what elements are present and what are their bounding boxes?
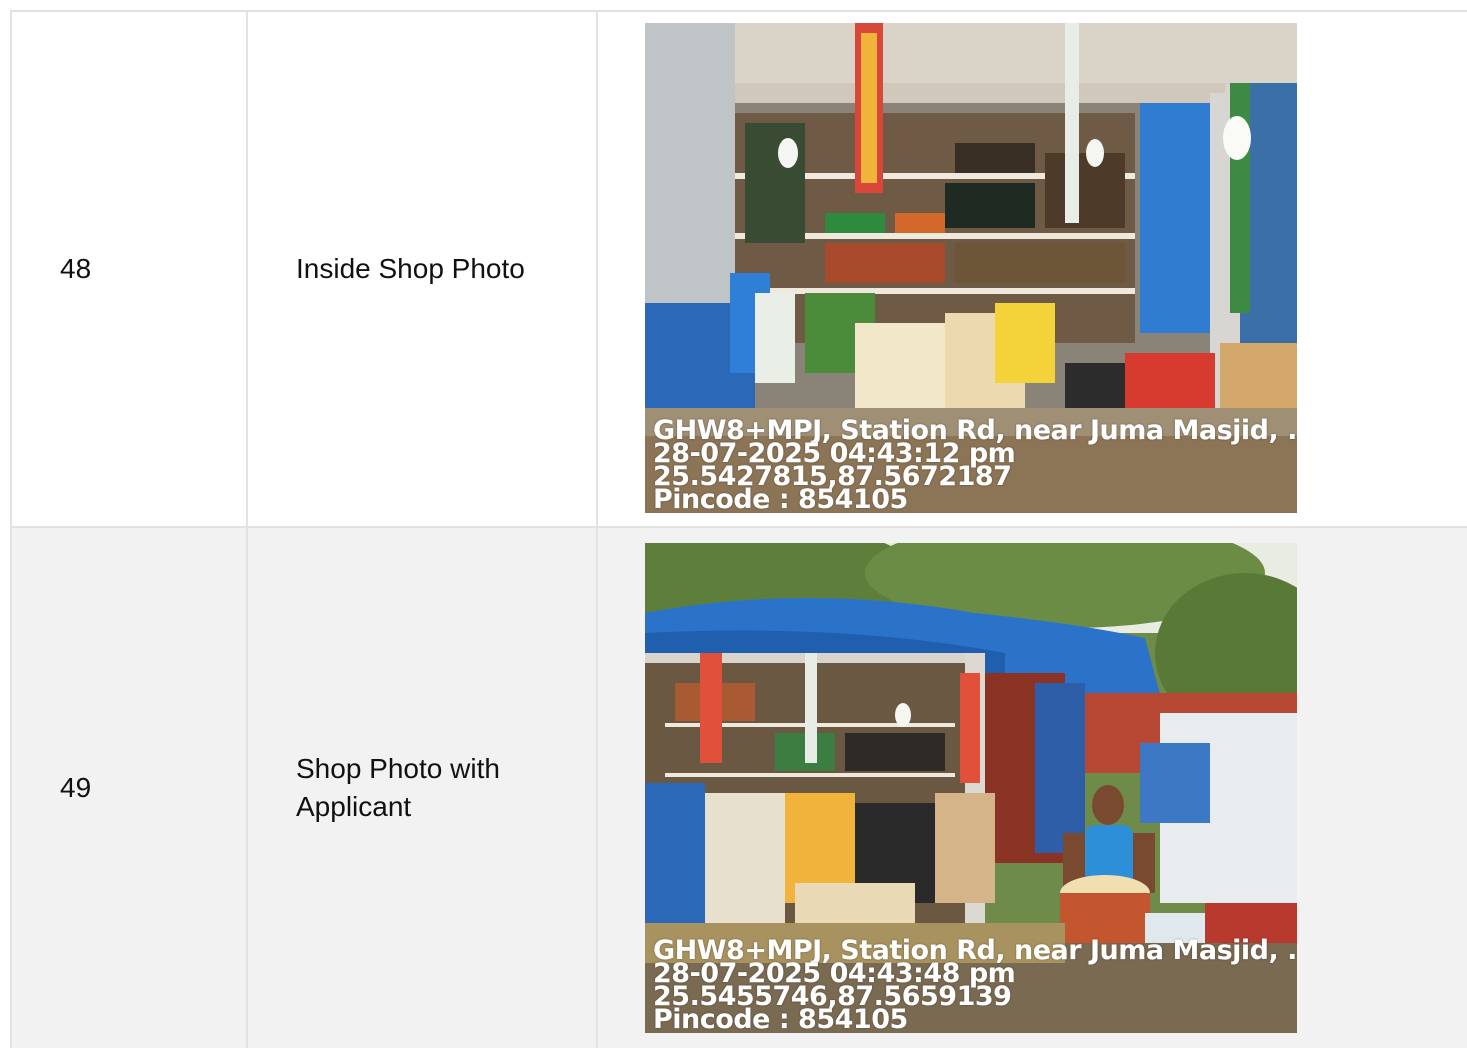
- shop-with-applicant-photo: GHW8+MPJ, Station Rd, near Juma Masjid, …: [645, 543, 1297, 1033]
- photo-cell: GHW8+MPJ, Station Rd, near Juma Masjid, …: [598, 12, 1467, 526]
- photo-table: 48 Inside Shop Photo GHW8+MPJ, Station R…: [10, 10, 1467, 1048]
- row-label: Shop Photo with Applicant: [248, 528, 598, 1048]
- row-label: Inside Shop Photo: [248, 12, 598, 526]
- photo-stamp: GHW8+MPJ, Station Rd, near Juma Masjid, …: [653, 937, 1297, 1033]
- row-number: 49: [12, 528, 248, 1048]
- row-number: 48: [12, 12, 248, 526]
- photo-stamp: GHW8+MPJ, Station Rd, near Juma Masjid, …: [653, 417, 1297, 513]
- shop-interior-photo: GHW8+MPJ, Station Rd, near Juma Masjid, …: [645, 23, 1297, 513]
- photo-cell: GHW8+MPJ, Station Rd, near Juma Masjid, …: [598, 528, 1467, 1048]
- table-row: 48 Inside Shop Photo GHW8+MPJ, Station R…: [12, 12, 1467, 528]
- table-row: 49 Shop Photo with Applicant GHW8+MPJ, S…: [12, 528, 1467, 1048]
